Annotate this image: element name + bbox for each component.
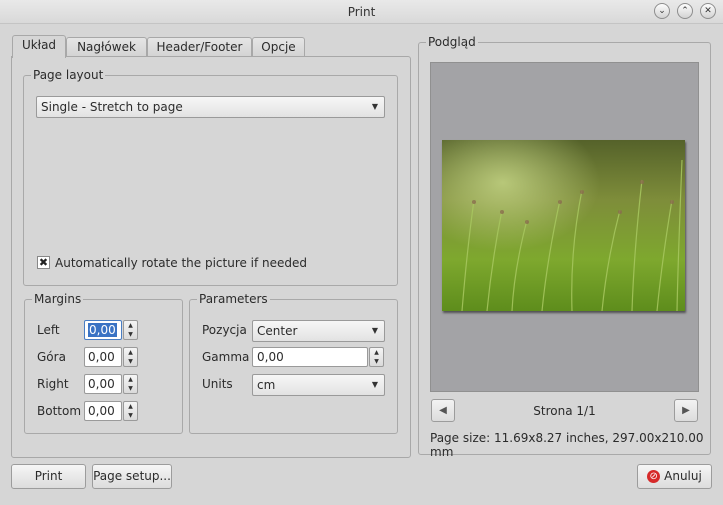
auto-rotate-label: Automatically rotate the picture if need… xyxy=(55,256,308,270)
close-icon: ✕ xyxy=(704,6,712,16)
chevron-up-icon[interactable]: ▲ xyxy=(124,321,137,330)
gamma-label: Gamma xyxy=(202,350,250,364)
chevron-down-icon: ▼ xyxy=(371,102,379,111)
parameters-title: Parameters xyxy=(197,292,270,306)
tab-opcje[interactable]: Opcje xyxy=(252,37,305,57)
chevron-down-icon[interactable]: ▼ xyxy=(124,411,137,420)
page-layout-value: Single - Stretch to page xyxy=(41,100,183,114)
preview-image xyxy=(442,140,685,311)
chevron-up-icon[interactable]: ▲ xyxy=(124,348,137,357)
tab-uklad[interactable]: Układ xyxy=(12,35,66,58)
grass-photo xyxy=(442,140,685,311)
arrow-left-icon: ◀ xyxy=(439,405,447,416)
margin-top-label: Góra xyxy=(37,350,66,364)
arrow-right-icon: ▶ xyxy=(682,405,690,416)
margin-top-input[interactable]: 0,00 xyxy=(84,347,122,367)
minimize-button[interactable]: ⌄ xyxy=(654,3,670,19)
title-bar: Print ⌄ ⌃ ✕ xyxy=(0,0,723,24)
margin-left-stepper[interactable]: ▲ ▼ xyxy=(123,320,138,340)
units-value: cm xyxy=(257,378,276,392)
chevron-down-icon: ▼ xyxy=(371,326,379,335)
pozycja-value: Center xyxy=(257,324,298,338)
margin-left-label: Left xyxy=(37,323,60,337)
print-button[interactable]: Print xyxy=(11,464,86,489)
chevron-up-icon[interactable]: ▲ xyxy=(370,348,383,357)
margin-right-stepper[interactable]: ▲ ▼ xyxy=(123,374,138,394)
chevron-down-icon[interactable]: ▼ xyxy=(124,357,137,366)
page-indicator: Strona 1/1 xyxy=(533,404,596,418)
chevron-down-icon[interactable]: ▼ xyxy=(124,330,137,339)
gamma-stepper[interactable]: ▲ ▼ xyxy=(369,347,384,367)
pozycja-label: Pozycja xyxy=(202,323,247,337)
margin-top-stepper[interactable]: ▲ ▼ xyxy=(123,347,138,367)
margins-title: Margins xyxy=(32,292,84,306)
gamma-input[interactable]: 0,00 xyxy=(252,347,368,367)
chevron-up-icon[interactable]: ▲ xyxy=(124,402,137,411)
page-layout-title: Page layout xyxy=(31,68,106,82)
prev-page-button[interactable]: ◀ xyxy=(431,399,455,422)
chevron-up-icon: ⌃ xyxy=(681,6,689,16)
chevron-down-icon[interactable]: ▼ xyxy=(124,384,137,393)
cancel-label: Anuluj xyxy=(664,469,702,483)
units-label: Units xyxy=(202,377,233,391)
preview-title: Podgląd xyxy=(426,35,478,49)
chevron-up-icon[interactable]: ▲ xyxy=(124,375,137,384)
chevron-down-icon[interactable]: ▼ xyxy=(370,357,383,366)
margin-bottom-input[interactable]: 0,00 xyxy=(84,401,122,421)
chevron-down-icon: ▼ xyxy=(371,380,379,389)
page-layout-select[interactable]: Single - Stretch to page ▼ xyxy=(36,96,385,118)
close-button[interactable]: ✕ xyxy=(700,3,716,19)
tab-header-footer[interactable]: Header/Footer xyxy=(147,37,252,57)
next-page-button[interactable]: ▶ xyxy=(674,399,698,422)
margin-right-label: Right xyxy=(37,377,69,391)
page-size-info: Page size: 11.69x8.27 inches, 297.00x210… xyxy=(430,431,704,459)
cancel-icon: ⊘ xyxy=(647,470,661,483)
margin-left-input[interactable]: 0,00 xyxy=(84,320,122,340)
page-setup-button[interactable]: Page setup... xyxy=(92,464,172,489)
margin-bottom-label: Bottom xyxy=(37,404,82,418)
chevron-down-icon: ⌄ xyxy=(658,6,666,16)
units-select[interactable]: cm ▼ xyxy=(252,374,385,396)
margin-right-input[interactable]: 0,00 xyxy=(84,374,122,394)
margin-bottom-stepper[interactable]: ▲ ▼ xyxy=(123,401,138,421)
cancel-button[interactable]: ⊘ Anuluj xyxy=(637,464,712,489)
pozycja-select[interactable]: Center ▼ xyxy=(252,320,385,342)
tab-naglowek[interactable]: Nagłówek xyxy=(66,37,147,57)
window-title: Print xyxy=(347,5,376,19)
auto-rotate-checkbox[interactable]: ✖ xyxy=(37,256,50,269)
maximize-button[interactable]: ⌃ xyxy=(677,3,693,19)
